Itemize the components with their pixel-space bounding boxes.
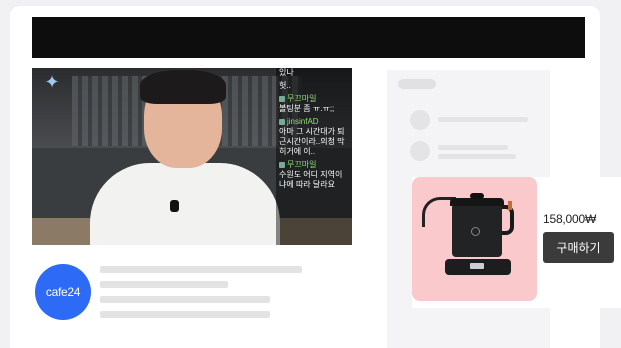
placeholder-line (100, 311, 270, 318)
page-background: ✦ 있나 헛.. 무끄마일 볼팅분 좀 ㅠ.ㅠ;; jinsinfAD 아마 그… (0, 0, 621, 348)
chat-text: 헛.. (279, 81, 291, 90)
kettle-display (470, 263, 484, 269)
chat-username: 무끄마일 (287, 160, 317, 169)
top-bar (32, 17, 585, 58)
user-avatar-icon (279, 96, 285, 102)
side-panel-avatar (410, 141, 430, 161)
chat-text: 있나 (279, 68, 294, 77)
chat-username: 무끄마일 (287, 94, 317, 103)
chat-message: jinsinfAD 아마 그 시간대가 퇴근시간이라..의청 막히거에 이.. (279, 117, 349, 157)
side-panel-line (438, 145, 508, 150)
placeholder-line (100, 296, 270, 303)
product-image[interactable] (412, 177, 537, 301)
chat-user: 무끄마일 (279, 160, 349, 170)
chat-text: 아마 그 시간대가 퇴근시간이라..의청 막히거에 이.. (279, 127, 345, 156)
user-avatar-icon (279, 119, 285, 125)
chat-message: 무끄마일 수원도 어디 지역이냐에 따라 달라요 (279, 160, 349, 190)
video-host-body (90, 163, 280, 245)
side-panel-avatar (410, 110, 430, 130)
live-chat-overlay: 있나 헛.. 무끄마일 볼팅분 좀 ㅠ.ㅠ;; jinsinfAD 아마 그 시… (276, 68, 352, 245)
chat-user: 무끄마일 (279, 94, 349, 104)
star-logo-icon: ✦ (44, 72, 60, 92)
side-panel-pill (398, 79, 436, 89)
kettle-logo-icon (471, 227, 480, 236)
side-panel-line (438, 117, 528, 122)
kettle-knob (470, 193, 484, 199)
product-price: 158,000₩ (543, 212, 597, 226)
channel-logo-text: cafe24 (45, 285, 81, 299)
user-avatar-icon (279, 162, 285, 168)
buy-button[interactable]: 구매하기 (543, 232, 614, 263)
live-video-player[interactable]: ✦ 있나 헛.. 무끄마일 볼팅분 좀 ㅠ.ㅠ;; jinsinfAD 아마 그… (32, 68, 352, 245)
chat-text: 수원도 어디 지역이냐에 따라 달라요 (279, 170, 343, 189)
video-host-mic (170, 200, 179, 212)
side-panel-line (438, 154, 516, 159)
video-host-hair (140, 70, 226, 104)
channel-avatar[interactable]: cafe24 (35, 264, 91, 320)
chat-message: 헛.. (279, 81, 349, 91)
chat-message: 있나 (279, 68, 349, 78)
kettle-lid (450, 198, 504, 206)
kettle-accent (508, 201, 512, 210)
chat-message: 무끄마일 볼팅분 좀 ㅠ.ㅠ;; (279, 94, 349, 114)
placeholder-line (100, 281, 228, 288)
placeholder-line (100, 266, 302, 273)
chat-text: 볼팅분 좀 ㅠ.ㅠ;; (279, 104, 335, 113)
chat-user: jinsinfAD (279, 117, 349, 127)
chat-username: jinsinfAD (287, 117, 319, 126)
